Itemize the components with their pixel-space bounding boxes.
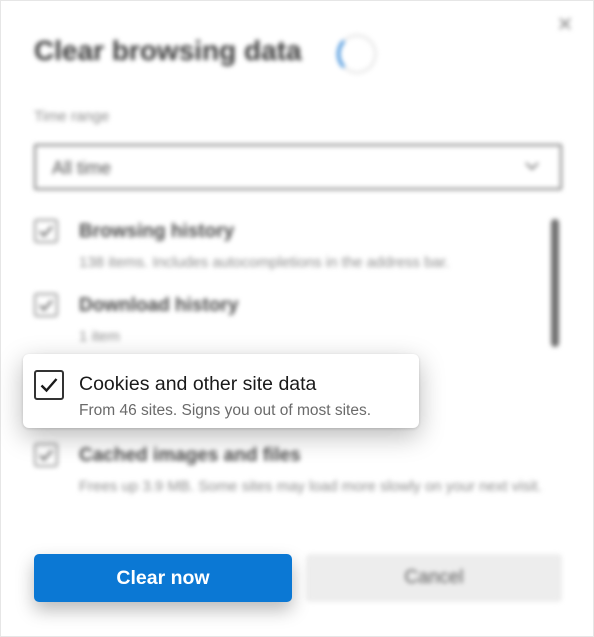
loading-spinner-icon <box>337 34 377 74</box>
time-range-select[interactable]: All time <box>34 144 562 190</box>
list-item-title: Browsing history <box>79 221 235 242</box>
dialog-title: Clear browsing data <box>34 35 302 66</box>
list-item-title: Cookies and other site data <box>79 373 317 395</box>
list-item-description: From 46 sites. Signs you out of most sit… <box>79 402 372 419</box>
time-range-label: Time range <box>34 108 110 125</box>
list-item-description: Frees up 3.9 MB. Some sites may load mor… <box>79 478 542 495</box>
list-item-description: 138 items. Includes autocompletions in t… <box>79 254 450 271</box>
cookies-checkbox[interactable] <box>34 370 64 400</box>
download-history-checkbox[interactable] <box>34 293 58 317</box>
list-scrollbar[interactable] <box>551 219 559 347</box>
checkmark-icon <box>40 378 58 393</box>
time-range-value: All time <box>52 158 112 178</box>
browsing-history-checkbox[interactable] <box>34 219 58 243</box>
clear-now-button[interactable]: Clear now <box>34 554 292 602</box>
checkmark-icon <box>39 299 53 311</box>
list-item-cookies-highlighted[interactable]: Cookies and other site data From 46 site… <box>23 354 419 428</box>
list-item-title: Download history <box>79 295 239 316</box>
checkmark-icon <box>39 225 53 237</box>
list-item-title: Cached images and files <box>79 445 301 466</box>
list-item-description: 1 item <box>79 328 120 345</box>
clear-browsing-data-dialog: Clear browsing data ✕ Time range All tim… <box>0 0 594 637</box>
close-icon[interactable]: ✕ <box>555 15 575 35</box>
chevron-down-icon <box>525 162 539 171</box>
cancel-button[interactable]: Cancel <box>306 554 562 602</box>
cached-images-checkbox[interactable] <box>34 443 58 467</box>
checkmark-icon <box>39 449 53 461</box>
